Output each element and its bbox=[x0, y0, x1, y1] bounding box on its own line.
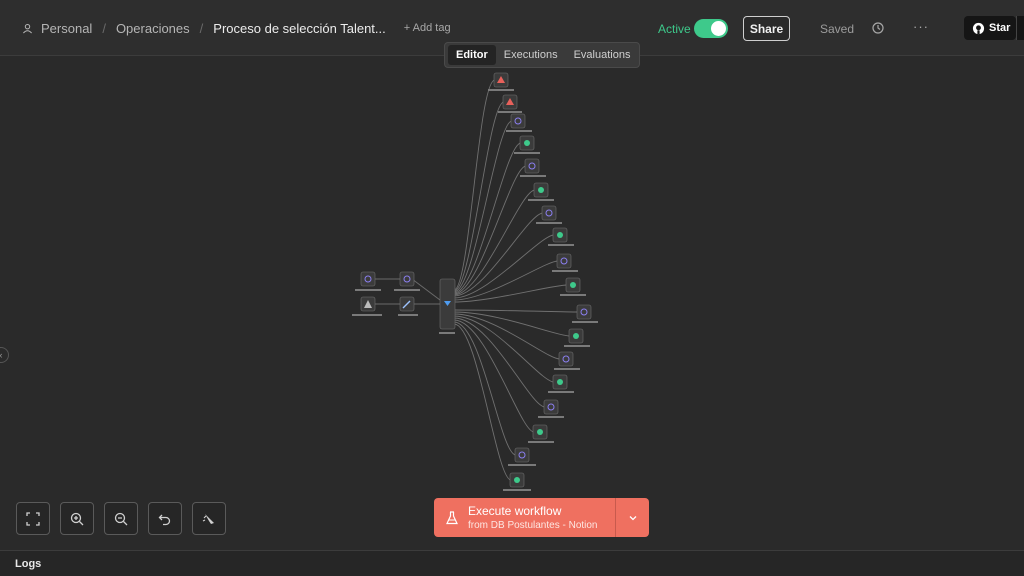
share-button[interactable]: Share bbox=[743, 16, 790, 41]
star-label: Star bbox=[989, 22, 1011, 34]
workflow-node[interactable] bbox=[360, 271, 376, 287]
active-toggle[interactable] bbox=[694, 19, 728, 38]
workflow-node[interactable] bbox=[560, 277, 586, 296]
workflow-node[interactable] bbox=[528, 182, 554, 201]
flask-icon bbox=[446, 510, 458, 524]
tidy-up-icon bbox=[202, 513, 214, 524]
execute-title: Execute workflow bbox=[468, 504, 562, 518]
logs-label: Logs bbox=[15, 558, 42, 570]
execute-workflow-button[interactable]: Execute workflow from DB Postulantes - N… bbox=[434, 498, 649, 537]
execute-main[interactable]: Execute workflow from DB Postulantes - N… bbox=[434, 498, 615, 537]
workflow-node[interactable] bbox=[554, 351, 580, 370]
execute-dropdown-button[interactable] bbox=[615, 498, 649, 537]
zoom-in-button[interactable] bbox=[60, 502, 94, 535]
workflow-node[interactable] bbox=[552, 253, 578, 272]
workflow-title[interactable]: Proceso de selección Talent... bbox=[213, 21, 385, 36]
workflow-node[interactable] bbox=[506, 113, 532, 132]
toggle-knob bbox=[711, 21, 726, 36]
breadcrumb-operaciones[interactable]: Operaciones bbox=[116, 21, 190, 36]
breadcrumb-separator: / bbox=[199, 20, 204, 36]
history-icon[interactable] bbox=[871, 21, 885, 35]
workflow-node[interactable] bbox=[564, 328, 590, 347]
undo-button[interactable] bbox=[148, 502, 182, 535]
active-status-label: Active bbox=[658, 22, 691, 36]
logs-panel[interactable]: Logs bbox=[0, 550, 1024, 576]
star-count-button[interactable] bbox=[1016, 16, 1024, 40]
chevron-down-icon bbox=[629, 515, 636, 520]
workflow-node[interactable] bbox=[508, 447, 536, 466]
github-star-button[interactable]: Star bbox=[964, 16, 1016, 40]
workflow-canvas[interactable]: ‹ bbox=[0, 57, 1024, 550]
undo-icon bbox=[158, 514, 171, 525]
workflow-node[interactable] bbox=[538, 399, 564, 418]
breadcrumb-personal[interactable]: Personal bbox=[41, 21, 92, 36]
workflow-node[interactable] bbox=[503, 472, 531, 491]
zoom-out-button[interactable] bbox=[104, 502, 138, 535]
tidy-up-button[interactable] bbox=[192, 502, 226, 535]
user-icon bbox=[23, 23, 32, 33]
workflow-node[interactable] bbox=[548, 374, 574, 393]
fit-view-button[interactable] bbox=[16, 502, 50, 535]
fit-view-icon bbox=[26, 511, 40, 526]
breadcrumb-separator: / bbox=[102, 20, 106, 36]
github-icon bbox=[972, 22, 985, 34]
more-options-button[interactable]: ··· bbox=[913, 19, 929, 34]
add-tag-button[interactable]: + Add tag bbox=[404, 22, 451, 34]
breadcrumb: Personal / Operaciones / Proceso de sele… bbox=[22, 0, 451, 56]
workflow-node[interactable] bbox=[572, 304, 598, 323]
workflow-graph bbox=[352, 72, 598, 491]
workflow-node[interactable] bbox=[520, 158, 546, 177]
saved-status: Saved bbox=[820, 22, 855, 36]
execute-subtitle: from DB Postulantes - Notion bbox=[468, 520, 598, 531]
zoom-out-icon bbox=[114, 512, 128, 525]
workflow-node[interactable] bbox=[399, 271, 415, 287]
workflow-node[interactable] bbox=[548, 227, 574, 246]
workflow-node[interactable] bbox=[528, 424, 554, 443]
zoom-in-icon bbox=[70, 512, 84, 525]
workflow-node[interactable] bbox=[536, 205, 562, 224]
